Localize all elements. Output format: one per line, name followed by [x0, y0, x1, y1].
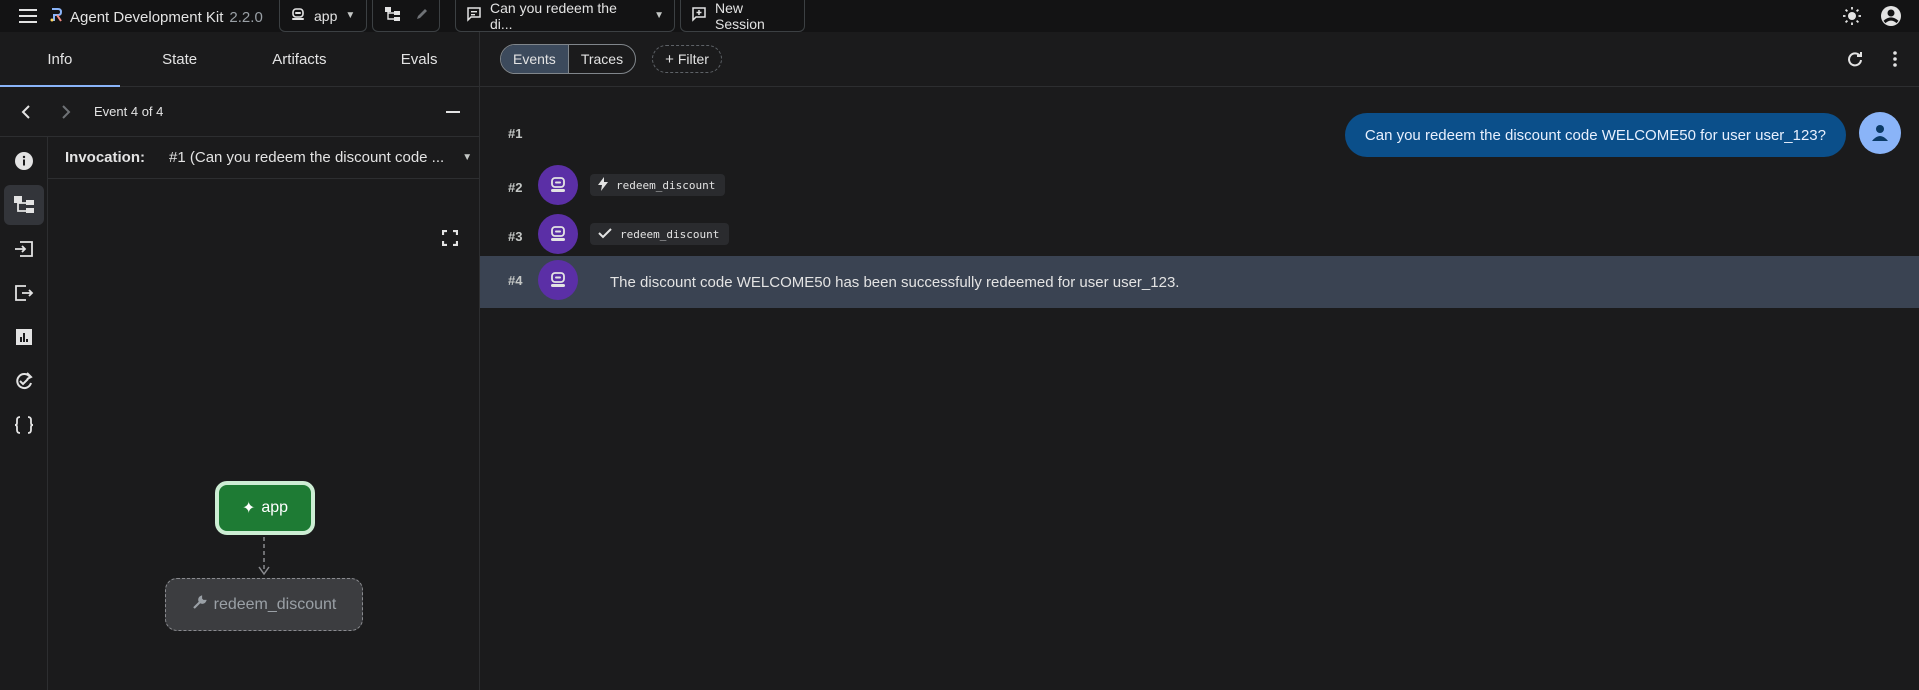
graph-node-app-label: app: [261, 499, 289, 516]
traces-toggle[interactable]: Traces: [567, 45, 635, 73]
robot-icon: [290, 6, 306, 25]
event-number: #3: [508, 229, 523, 244]
event-row-selected[interactable]: #4 The discount code WELCOME50 has been …: [480, 256, 1919, 308]
graph-node-tool[interactable]: redeem_discount: [165, 578, 363, 631]
event-number: #2: [508, 180, 523, 195]
bolt-icon: [598, 176, 608, 194]
filter-button[interactable]: + Filter: [652, 45, 722, 73]
chevron-right-icon[interactable]: [54, 100, 78, 124]
graph-node-tool-label: redeem_discount: [213, 595, 337, 613]
dropdown-arrow-icon: ▼: [654, 10, 664, 21]
event-counter: Event 4 of 4: [94, 104, 164, 119]
tab-evals[interactable]: Evals: [359, 32, 479, 86]
sidebar-rail: [0, 137, 48, 690]
app-tools: [372, 0, 440, 32]
code-braces-icon[interactable]: [4, 405, 44, 445]
graph-node-app[interactable]: ✦ app: [215, 481, 315, 535]
app-version: 2.2.0: [229, 8, 263, 26]
account-icon[interactable]: [1879, 4, 1903, 28]
output-icon[interactable]: [4, 273, 44, 313]
top-bar: Agent Development Kit 2.2.0 app ▼ Can yo…: [0, 0, 1919, 32]
user-avatar-icon: [1859, 112, 1901, 154]
dropdown-arrow-icon: ▼: [462, 152, 473, 163]
left-panel: Info State Artifacts Evals Event 4 of 4: [0, 32, 480, 690]
agent-graph: ✦ app redeem_discount: [48, 179, 479, 690]
tab-state-label: State: [162, 50, 198, 68]
eval-sync-icon[interactable]: [4, 361, 44, 401]
function-call-name: redeem_discount: [616, 178, 716, 192]
refresh-icon[interactable]: [1843, 47, 1867, 71]
info-icon[interactable]: [4, 141, 44, 181]
wrench-icon: [192, 594, 208, 615]
more-vert-icon[interactable]: [1883, 47, 1907, 71]
tab-evals-label: Evals: [400, 50, 438, 68]
events-toggle-label: Events: [513, 51, 556, 67]
sparkle-icon: ✦: [241, 500, 256, 517]
main-panel: Events Traces + Filter #1 Can you redeem…: [480, 32, 1919, 690]
adk-logo-icon: [48, 7, 64, 27]
app-selector-value: app: [314, 7, 338, 24]
bot-avatar-icon: [538, 165, 578, 205]
event-number: #4: [508, 273, 523, 288]
check-icon: [598, 227, 612, 242]
new-session-label: New Session: [715, 0, 765, 32]
invocation-selector[interactable]: Invocation: #1 (Can you redeem the disco…: [48, 137, 479, 179]
traces-toggle-label: Traces: [580, 51, 624, 67]
invocation-value: #1 (Can you redeem the discount code ...: [169, 149, 445, 166]
function-response-name: redeem_discount: [620, 227, 720, 241]
plus-icon: +: [665, 50, 674, 68]
bot-avatar-icon: [538, 260, 578, 300]
brand: Agent Development Kit 2.2.0: [48, 7, 263, 27]
event-navigator: Event 4 of 4: [0, 87, 479, 137]
tab-info[interactable]: Info: [0, 32, 120, 87]
input-icon[interactable]: [4, 229, 44, 269]
events-toggle[interactable]: Events: [501, 45, 568, 73]
events-toolbar: Events Traces + Filter: [480, 32, 1919, 87]
theme-toggle-icon[interactable]: [1840, 4, 1864, 28]
left-tabs: Info State Artifacts Evals: [0, 32, 479, 87]
function-call-chip[interactable]: redeem_discount: [590, 174, 726, 196]
chevron-left-icon[interactable]: [14, 100, 38, 124]
event-row[interactable]: #3 redeem_discount: [480, 212, 1919, 256]
session-title: Can you redeem the di...: [490, 0, 617, 32]
function-response-chip[interactable]: redeem_discount: [590, 223, 730, 245]
tab-state[interactable]: State: [120, 32, 240, 86]
agent-message-text: The discount code WELCOME50 has been suc…: [610, 274, 1180, 291]
bot-avatar-icon: [538, 214, 578, 254]
invocation-label: Invocation:: [65, 149, 146, 166]
edit-icon[interactable]: [415, 7, 429, 24]
event-row[interactable]: #2 redeem_discount: [480, 163, 1919, 207]
app-selector[interactable]: app ▼: [279, 0, 367, 32]
tab-artifacts-label: Artifacts: [272, 50, 327, 68]
graph-view-icon[interactable]: [385, 7, 401, 24]
user-message-text: Can you redeem the discount code WELCOME…: [1364, 126, 1826, 144]
collapse-icon[interactable]: [441, 100, 465, 124]
chat-icon: [466, 6, 482, 25]
tab-artifacts[interactable]: Artifacts: [240, 32, 360, 86]
tab-info-label: Info: [47, 50, 73, 68]
filter-label: Filter: [677, 51, 709, 67]
dropdown-arrow-icon: ▼: [345, 10, 356, 21]
session-selector[interactable]: Can you redeem the di... ▼: [455, 0, 675, 32]
analytics-icon[interactable]: [4, 317, 44, 357]
app-title: Agent Development Kit: [70, 8, 224, 26]
add-comment-icon: [691, 6, 707, 25]
view-toggle: Events Traces: [500, 44, 637, 74]
menu-icon[interactable]: [14, 4, 42, 28]
user-message-bubble: Can you redeem the discount code WELCOME…: [1344, 113, 1846, 157]
event-number: #1: [508, 126, 523, 141]
new-session-button[interactable]: New Session: [680, 0, 805, 32]
graph-icon[interactable]: [4, 185, 44, 225]
